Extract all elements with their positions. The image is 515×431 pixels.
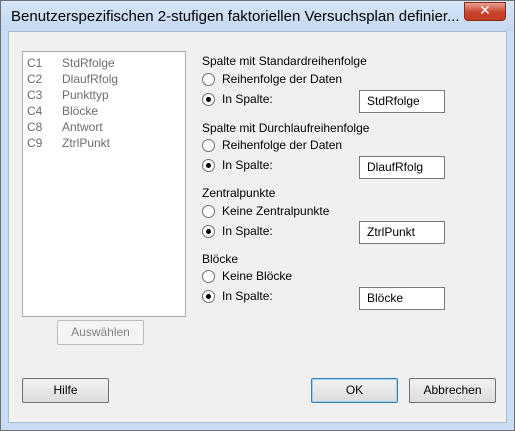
- dialog-title: Benutzerspezifischen 2-stufigen faktorie…: [11, 8, 460, 25]
- radio-button[interactable]: [202, 93, 215, 106]
- center-points-title: Zentralpunkte: [202, 186, 276, 200]
- ok-button[interactable]: OK: [311, 378, 398, 403]
- std-order-column-field[interactable]: StdRfolge: [359, 90, 445, 113]
- radio-button[interactable]: [202, 290, 215, 303]
- column-id: C3: [27, 88, 43, 102]
- column-id: C9: [27, 136, 43, 150]
- close-button[interactable]: ✕: [464, 2, 506, 21]
- radio-button[interactable]: [202, 225, 215, 238]
- column-id: C2: [27, 72, 43, 86]
- column-name: StdRfolge: [62, 56, 115, 70]
- radio-label: Reihenfolge der Daten: [222, 138, 343, 152]
- radio-label: Keine Zentralpunkte: [222, 204, 330, 218]
- dialog-window: Benutzerspezifischen 2-stufigen faktorie…: [0, 0, 515, 431]
- cancel-button[interactable]: Abbrechen: [409, 378, 496, 403]
- blocks-column-field[interactable]: Blöcke: [359, 287, 445, 310]
- help-button[interactable]: Hilfe: [22, 378, 109, 403]
- run-order-column-field[interactable]: DlaufRfolg: [359, 156, 445, 179]
- radio-button[interactable]: [202, 139, 215, 152]
- select-button[interactable]: Auswählen: [57, 320, 144, 345]
- dialog-body: C1 StdRfolge C2 DlaufRfolg C3 Punkttyp C4 Bl…: [8, 31, 507, 423]
- column-id: C8: [27, 120, 43, 134]
- column-name: Blöcke: [62, 104, 99, 118]
- title-bar: Benutzerspezifischen 2-stufigen faktorie…: [1, 1, 514, 31]
- column-name: Punkttyp: [62, 88, 109, 102]
- std-order-title: Spalte mit Standardreihenfolge: [202, 54, 367, 68]
- radio-label: Keine Blöcke: [222, 269, 293, 283]
- column-id: C4: [27, 104, 43, 118]
- radio-button[interactable]: [202, 73, 215, 86]
- radio-label: In Spalte:: [222, 158, 273, 172]
- blocks-title: Blöcke: [202, 252, 239, 266]
- radio-label: Reihenfolge der Daten: [222, 72, 343, 86]
- radio-button[interactable]: [202, 205, 215, 218]
- radio-label: In Spalte:: [222, 289, 273, 303]
- center-points-column-field[interactable]: ZtrlPunkt: [359, 221, 445, 244]
- close-icon: ✕: [479, 2, 491, 18]
- column-name: Antwort: [62, 120, 103, 134]
- run-order-title: Spalte mit Durchlaufreihenfolge: [202, 121, 370, 135]
- radio-button[interactable]: [202, 270, 215, 283]
- column-name: DlaufRfolg: [62, 72, 119, 86]
- column-id: C1: [27, 56, 43, 70]
- column-listbox[interactable]: C1 StdRfolge C2 DlaufRfolg C3 Punkttyp C4 Bl…: [22, 51, 186, 317]
- radio-label: In Spalte:: [222, 92, 273, 106]
- radio-label: In Spalte:: [222, 224, 273, 238]
- radio-button[interactable]: [202, 159, 215, 172]
- column-name: ZtrlPunkt: [62, 136, 111, 150]
